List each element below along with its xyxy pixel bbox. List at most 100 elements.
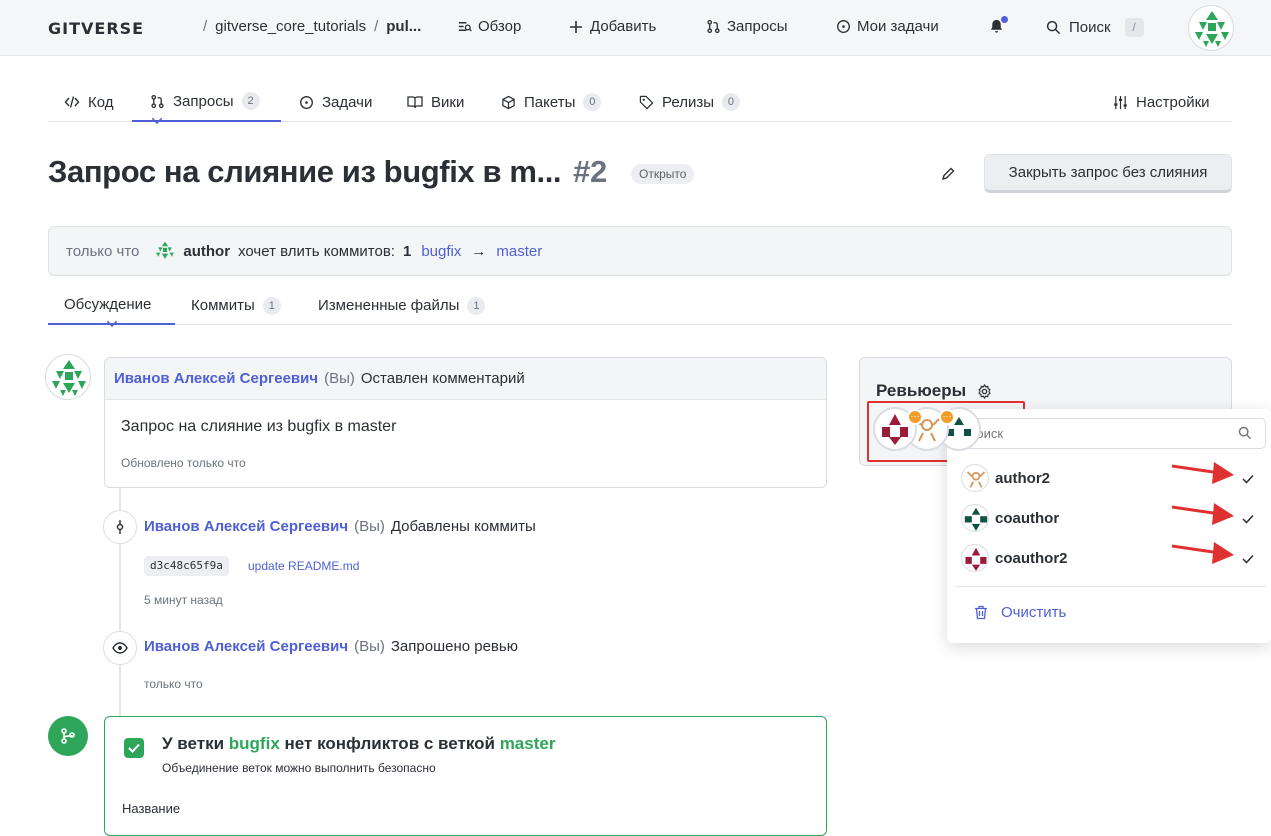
status-badge: Открыто [631,164,695,184]
tab-packages[interactable]: Пакеты 0 [500,82,602,122]
event-author[interactable]: Иванов Алексей Сергеевич [144,518,348,535]
tab-releases-label: Релизы [662,93,714,111]
pencil-icon [940,166,956,182]
check-icon [124,738,144,758]
commit-message-link[interactable]: update README.md [248,559,359,573]
tab-requests[interactable]: Запросы 2 [132,82,281,122]
source-branch-link[interactable]: bugfix [421,243,461,260]
active-subtab-caret [107,321,117,327]
notification-dot [1001,16,1008,23]
comment-body: Запрос на слияние из bugfix в master [121,418,397,435]
code-icon [64,94,80,110]
tab-code[interactable]: Код [64,82,114,122]
pr-number: #2 [573,154,607,189]
nav-my-tasks-label: Мои задачи [857,18,939,35]
merge-title: У ветки bugfix нет конфликтов с веткой m… [162,734,555,754]
edit-title-button[interactable] [940,166,956,186]
tab-tasks-label: Задачи [322,93,373,111]
nav-add-label: Добавить [590,18,657,35]
pr-commit-count: 1 [402,242,412,260]
event-author[interactable]: Иванов Алексей Сергеевич [144,638,348,655]
nav-add[interactable]: Добавить [568,18,656,35]
breadcrumb-repo[interactable]: gitverse_core_tutorials [215,18,366,35]
pending-review-icon: ··· [907,409,923,425]
merge-subtitle: Объединение веток можно выполнить безопа… [162,761,436,775]
breadcrumb-current[interactable]: pul... [386,18,421,35]
tab-code-label: Код [88,93,114,111]
nav-my-tasks[interactable]: Мои задачи [835,18,939,35]
trash-icon [973,605,989,621]
package-icon [500,94,516,110]
merge-middle: нет конфликтов с веткой [284,734,495,753]
comment-author[interactable]: Иванов Алексей Сергеевич [114,370,318,387]
author-avatar[interactable] [153,239,177,263]
merge-box: У ветки bugfix нет конфликтов с веткой m… [104,716,827,836]
event-action: Запрошено ревью [390,638,518,655]
repo-tabs: Код Запросы 2 Задачи Вики Пакеты 0 Релиз… [48,82,1232,122]
tab-wiki[interactable]: Вики [407,82,464,122]
nav-overview-label: Обзор [478,18,522,35]
reviewer-search-input[interactable] [956,418,1266,449]
event-commits: Иванов Алексей Сергеевич (Вы) Добавлены … [144,518,536,535]
event-you: (Вы) [354,518,385,535]
comment-updated: Обновлено только что [121,456,246,470]
commit-icon [116,520,124,534]
pull-request-icon [705,19,721,35]
notifications-button[interactable] [988,16,1008,39]
top-bar: GITVERSE / gitverse_core_tutorials / pul… [0,0,1271,56]
tab-commits[interactable]: Коммиты 1 [191,286,281,325]
reviewer-option-name: coauthor2 [995,549,1068,567]
review-event-icon [103,631,137,665]
active-tab-caret [152,118,162,124]
merge-branch-from: bugfix [228,734,280,753]
issue-icon [835,19,851,35]
reviewers-title-label: Ревьюеры [876,381,967,400]
gear-icon[interactable] [976,383,992,399]
sliders-icon [1112,94,1128,110]
breadcrumb: / gitverse_core_tutorials / pul... [203,18,421,35]
merge-name-label: Название [122,801,181,816]
tab-settings-label: Настройки [1136,93,1210,111]
pull-request-icon [149,93,165,109]
commit-sha[interactable]: d3c48c65f9a [144,556,229,576]
tab-wiki-label: Вики [431,93,465,111]
nav-overview[interactable]: Обзор [456,18,521,35]
global-search-button[interactable]: Поиск / [1045,18,1144,37]
comment-card: Иванов Алексей Сергеевич (Вы) Оставлен к… [104,357,827,488]
tab-commits-count: 1 [262,296,281,315]
reviewer-option-avatar [961,544,989,572]
pr-tabs: Обсуждение Коммиты 1 Измененные файлы 1 [48,286,1232,325]
user-avatar[interactable] [1188,5,1234,51]
event-review: Иванов Алексей Сергеевич (Вы) Запрошено … [144,638,518,655]
nav-requests-label: Запросы [727,18,788,35]
event-action: Добавлены коммиты [390,518,536,535]
logo[interactable]: GITVERSE [48,19,144,38]
comment-you: (Вы) [324,370,355,387]
search-icon [1045,20,1061,36]
commit-event-icon [103,510,137,544]
tab-releases-count: 0 [721,93,740,111]
comment-action: Оставлен комментарий [360,370,525,387]
tab-requests-count: 2 [241,92,260,110]
tab-discussion[interactable]: Обсуждение [48,286,175,325]
tab-settings[interactable]: Настройки [1112,82,1210,122]
nav-requests[interactable]: Запросы [705,18,788,35]
tab-packages-label: Пакеты [524,93,576,111]
reviewer-option-avatar [961,504,989,532]
close-without-merge-button[interactable]: Закрыть запрос без слияния [984,154,1232,193]
pr-author[interactable]: author [183,243,230,260]
reviewer-option-avatar [961,464,989,492]
clear-reviewers-button[interactable]: Очистить [973,604,1066,621]
target-branch-link[interactable]: master [496,243,542,260]
issue-icon [298,94,314,110]
commenter-avatar[interactable] [45,354,91,400]
tab-tasks[interactable]: Задачи [298,82,372,122]
tab-requests-label: Запросы [173,92,234,110]
reviewer-option-name: coauthor [995,509,1060,527]
tab-releases[interactable]: Релизы 0 [638,82,740,122]
check-icon [1242,511,1254,528]
annotation-arrow [1171,542,1234,564]
branch-icon [61,728,75,744]
check-icon [1242,471,1254,488]
tab-changed-files[interactable]: Измененные файлы 1 [318,286,486,325]
